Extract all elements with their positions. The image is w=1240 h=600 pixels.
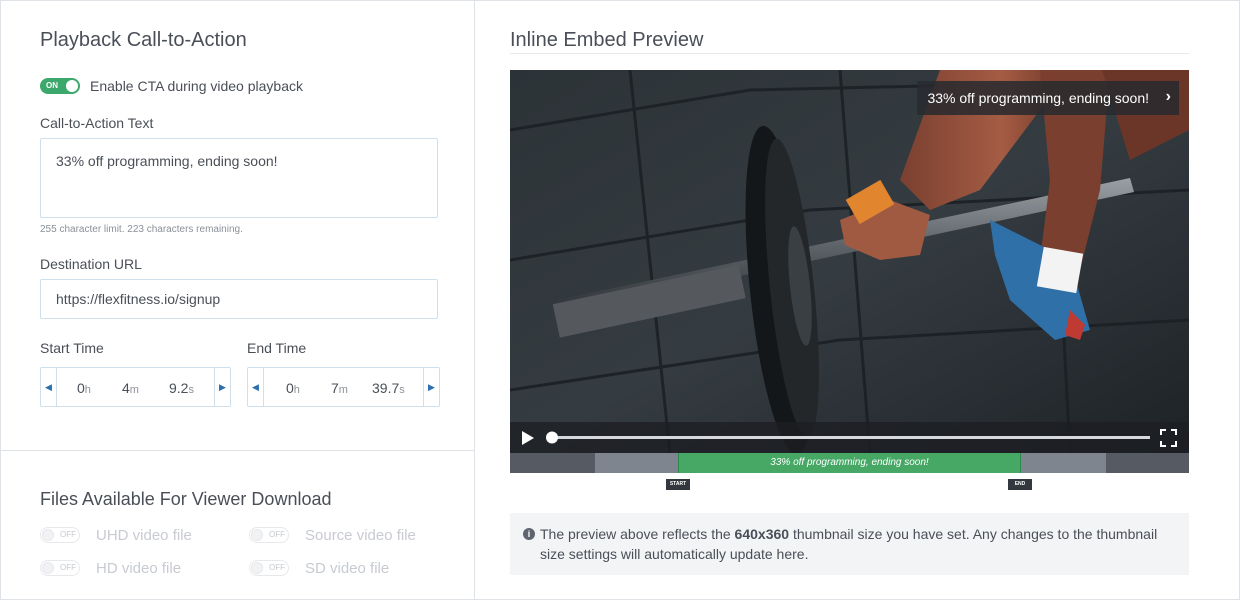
- destination-url-input[interactable]: https://flexfitness.io/signup: [40, 279, 438, 319]
- end-time-decrement-button[interactable]: ◀: [248, 368, 264, 406]
- enable-cta-label: Enable CTA during video playback: [90, 78, 303, 94]
- start-marker[interactable]: START: [666, 479, 690, 490]
- toggle-state-label: OFF: [269, 530, 285, 539]
- source-download-toggle[interactable]: OFF: [249, 527, 289, 543]
- start-time-label: Start Time: [40, 340, 104, 356]
- start-time-increment-button[interactable]: ▶: [214, 368, 230, 406]
- start-time-decrement-button[interactable]: ◀: [41, 368, 57, 406]
- uhd-download-toggle[interactable]: OFF: [40, 527, 80, 543]
- title-underline: [510, 53, 1189, 54]
- preview-title: Inline Embed Preview: [510, 29, 704, 51]
- preview-info-box: i The preview above reflects the 640x360…: [510, 513, 1189, 575]
- progress-knob[interactable]: [546, 431, 558, 444]
- video-player[interactable]: 33% off programming, ending soon! ›: [510, 70, 1189, 454]
- toggle-state-label: OFF: [60, 530, 76, 539]
- section-divider: [1, 450, 475, 451]
- start-time-stepper[interactable]: ◀ 0h 4m 9.2s ▶: [40, 367, 231, 407]
- cta-overlay-text: 33% off programming, ending soon!: [927, 90, 1149, 106]
- cta-overlay-button[interactable]: 33% off programming, ending soon! ›: [917, 81, 1179, 115]
- settings-panel: Playback Call-to-Action ON Enable CTA du…: [1, 1, 475, 599]
- source-download-label: Source video file: [305, 527, 416, 544]
- end-time-increment-button[interactable]: ▶: [423, 368, 439, 406]
- toggle-knob: [42, 562, 54, 574]
- start-hours: 0h: [77, 380, 91, 396]
- end-marker[interactable]: END: [1008, 479, 1032, 490]
- cta-char-hint: 255 character limit. 223 characters rema…: [40, 224, 243, 235]
- toggle-state-label: ON: [46, 81, 58, 90]
- video-controls: [510, 422, 1189, 454]
- chevron-right-icon: ›: [1165, 88, 1171, 105]
- video-frame-image: [510, 70, 1189, 454]
- end-time-label: End Time: [247, 340, 307, 356]
- cta-section-title: Playback Call-to-Action: [40, 29, 247, 51]
- sd-download-toggle[interactable]: OFF: [249, 560, 289, 576]
- end-minutes: 7m: [331, 380, 348, 396]
- info-size: 640x360: [734, 526, 790, 542]
- toggle-knob: [42, 529, 54, 541]
- enable-cta-toggle[interactable]: ON: [40, 78, 80, 94]
- downloads-section-title: Files Available For Viewer Download: [40, 489, 332, 509]
- url-label: Destination URL: [40, 256, 142, 272]
- cta-text-textarea[interactable]: 33% off programming, ending soon!: [40, 138, 438, 218]
- toggle-knob: [251, 562, 263, 574]
- fullscreen-icon[interactable]: [1160, 429, 1177, 447]
- end-seconds: 39.7s: [372, 380, 405, 396]
- end-hours: 0h: [286, 380, 300, 396]
- info-text-before: The preview above reflects the: [540, 526, 735, 542]
- cta-timeline: 33% off programming, ending soon!: [510, 453, 1189, 473]
- toggle-state-label: OFF: [269, 563, 285, 572]
- uhd-download-label: UHD video file: [96, 527, 192, 544]
- cta-text-label: Call-to-Action Text: [40, 115, 154, 131]
- info-icon: i: [523, 528, 535, 540]
- progress-track[interactable]: [548, 436, 1150, 439]
- sd-download-label: SD video file: [305, 560, 390, 577]
- start-seconds: 9.2s: [169, 380, 194, 396]
- toggle-state-label: OFF: [60, 563, 76, 572]
- toggle-knob: [251, 529, 263, 541]
- hd-download-label: HD video file: [96, 560, 182, 577]
- controls-layer: [522, 429, 1177, 447]
- preview-panel: Inline Embed Preview 33% off programming…: [476, 1, 1239, 599]
- toggle-knob: [66, 80, 78, 92]
- start-minutes: 4m: [122, 380, 139, 396]
- timeline-cta-segment[interactable]: 33% off programming, ending soon!: [678, 453, 1021, 473]
- play-icon[interactable]: [522, 431, 534, 445]
- end-time-stepper[interactable]: ◀ 0h 7m 39.7s ▶: [247, 367, 440, 407]
- hd-download-toggle[interactable]: OFF: [40, 560, 80, 576]
